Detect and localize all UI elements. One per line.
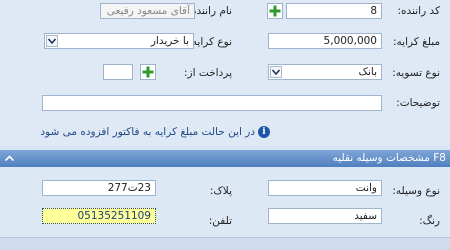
settlement-type-value: بانک: [358, 66, 377, 78]
phone-label: تلفن:: [208, 215, 232, 227]
add-payment-source-button[interactable]: [140, 64, 156, 80]
vehicle-section-title: F8 مشخصات وسیله نقلیه: [332, 152, 446, 164]
fare-type-value: با خریدار: [150, 35, 189, 47]
plate-label: پلاک:: [209, 185, 232, 197]
settlement-type-label: نوع تسویه:: [392, 67, 440, 79]
add-driver-button[interactable]: [267, 3, 283, 19]
plus-icon: [269, 5, 281, 17]
plus-icon: [142, 66, 154, 78]
color-label: رنگ:: [419, 215, 440, 227]
footer-strip: [0, 237, 450, 250]
paid-from-label: پرداخت از:: [184, 67, 232, 79]
description-input[interactable]: [42, 95, 382, 111]
driver-name-input: آقای مسعود رفیعی: [100, 3, 195, 19]
info-message: در این حالت مبلغ کرایه به فاکتور افزوده …: [40, 126, 255, 138]
vehicle-type-label: نوع وسیله:: [392, 185, 440, 197]
driver-code-label: کد راننده:: [397, 5, 440, 17]
chevron-down-icon[interactable]: [46, 35, 58, 47]
fare-type-select[interactable]: با خریدار: [44, 33, 194, 49]
description-label: توضیحات:: [396, 97, 440, 109]
chevron-up-icon[interactable]: [4, 153, 15, 164]
fare-type-label: نوع کرایه:: [188, 36, 232, 48]
chevron-down-icon[interactable]: [270, 66, 282, 78]
form-panel: کد راننده: 8 نام راننده: آقای مسعود رفیع…: [0, 0, 450, 250]
plate-input[interactable]: 23ت277: [42, 180, 156, 196]
driver-code-input[interactable]: 8: [286, 3, 382, 19]
fare-amount-label: مبلغ کرایه:: [393, 36, 440, 48]
color-input[interactable]: سفید: [268, 208, 382, 224]
info-icon: i: [258, 126, 270, 138]
phone-input[interactable]: 05135251109: [42, 208, 156, 224]
settlement-type-select[interactable]: بانک: [268, 64, 382, 80]
paid-from-input[interactable]: [103, 64, 133, 80]
fare-amount-input[interactable]: 5,000,000: [268, 33, 382, 49]
vehicle-type-input[interactable]: وانت: [268, 180, 382, 196]
vehicle-section-header[interactable]: F8 مشخصات وسیله نقلیه: [0, 150, 450, 167]
